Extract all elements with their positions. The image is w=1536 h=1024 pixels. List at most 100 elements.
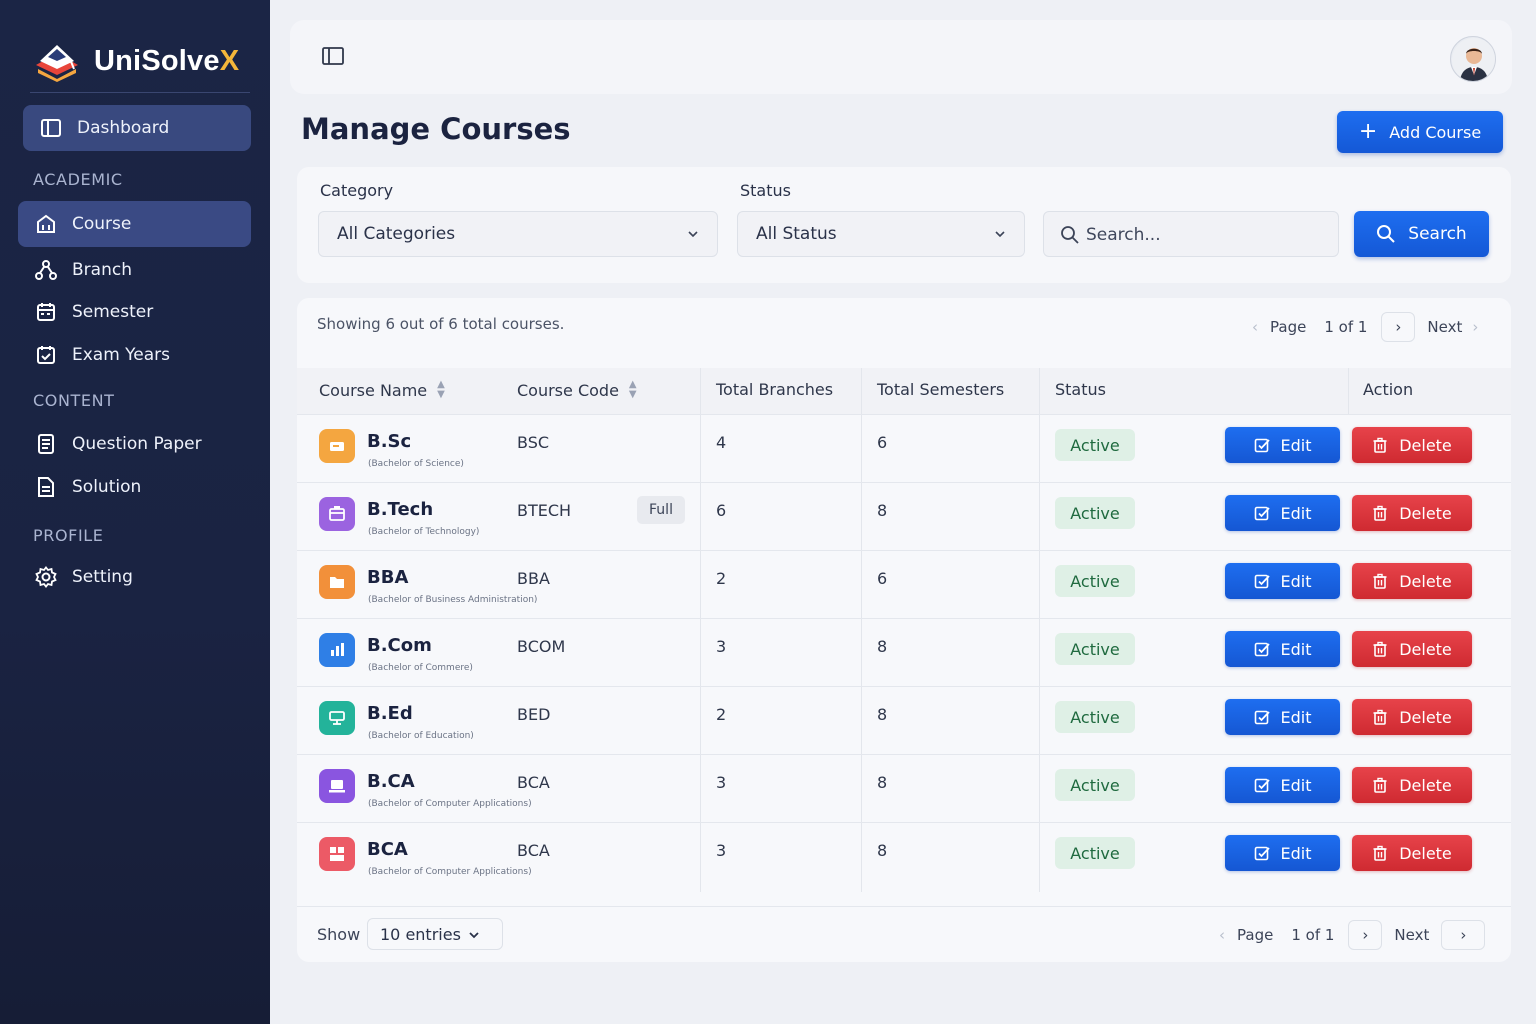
- category-select[interactable]: All Categories: [318, 211, 718, 257]
- table-row: BBA (Bachelor of Business Administration)…: [297, 550, 1511, 618]
- delete-label: Delete: [1399, 707, 1452, 727]
- edit-icon: [1254, 710, 1270, 725]
- total-semesters: 8: [877, 773, 888, 792]
- total-semesters: 8: [877, 637, 888, 656]
- table-header: Course Name ▲ ▼ Course Code ▲ ▼ Total Branch…: [297, 368, 1511, 414]
- sidebar-item-branch[interactable]: Branch: [18, 247, 251, 293]
- sort-icon: ▲ ▼: [628, 379, 637, 400]
- edit-button[interactable]: Edit: [1225, 835, 1340, 871]
- sidebar-item-exam-years[interactable]: Exam Years: [18, 332, 251, 378]
- edit-label: Edit: [1280, 707, 1312, 727]
- sidebar-item-semester[interactable]: Semester: [18, 289, 251, 335]
- trash-icon: [1373, 641, 1387, 657]
- status-select[interactable]: All Status: [737, 211, 1025, 257]
- delete-label: Delete: [1399, 843, 1452, 863]
- delete-button[interactable]: Delete: [1352, 495, 1472, 531]
- entries-select[interactable]: 10 entries: [367, 918, 503, 950]
- delete-button[interactable]: Delete: [1352, 631, 1472, 667]
- total-semesters: 8: [877, 705, 888, 724]
- course-code: BCA: [517, 773, 550, 792]
- sidebar-item-question-paper[interactable]: Question Paper: [18, 421, 251, 467]
- prev-page-icon[interactable]: ‹: [1219, 926, 1225, 944]
- trash-icon: [1373, 505, 1387, 521]
- search-icon: [1377, 225, 1396, 243]
- course-full-name: (Bachelor of Commere): [368, 663, 473, 673]
- total-semesters: 6: [877, 433, 888, 452]
- bottom-pagination: ‹ Page 1 of 1 › Next ›: [1219, 920, 1486, 950]
- calendar-check-icon: [34, 343, 58, 367]
- delete-label: Delete: [1399, 775, 1452, 795]
- trash-icon: [1373, 437, 1387, 453]
- brand[interactable]: UniSolveX: [30, 36, 239, 86]
- section-content: CONTENT: [33, 391, 115, 410]
- sidebar-item-solution[interactable]: Solution: [18, 464, 251, 510]
- gear-icon: [34, 565, 58, 589]
- avatar[interactable]: [1450, 36, 1496, 82]
- total-branches: 3: [716, 773, 727, 792]
- add-course-button[interactable]: + Add Course: [1337, 111, 1503, 153]
- search-input[interactable]: [1086, 220, 1326, 250]
- header-total-semesters: Total Semesters: [877, 380, 1005, 399]
- results-summary: Showing 6 out of 6 total courses.: [317, 315, 565, 333]
- sidebar-item-label: Question Paper: [72, 434, 202, 454]
- page-label: Page: [1237, 926, 1274, 944]
- header-action: Action: [1363, 380, 1414, 399]
- edit-button[interactable]: Edit: [1225, 427, 1340, 463]
- section-academic: ACADEMIC: [33, 170, 123, 189]
- filter-panel: Category All Categories Status All Statu…: [297, 167, 1511, 283]
- course-icon: [319, 429, 355, 463]
- status-value: All Status: [756, 224, 837, 244]
- status-badge: Active: [1055, 837, 1135, 869]
- edit-icon: [1254, 642, 1270, 657]
- search-field[interactable]: [1043, 211, 1339, 257]
- building-icon: [34, 212, 58, 236]
- delete-button[interactable]: Delete: [1352, 427, 1472, 463]
- edit-button[interactable]: Edit: [1225, 495, 1340, 531]
- edit-icon: [1254, 438, 1270, 453]
- edit-button[interactable]: Edit: [1225, 563, 1340, 599]
- total-branches: 3: [716, 841, 727, 860]
- course-name: B.Tech: [367, 499, 434, 520]
- edit-label: Edit: [1280, 639, 1312, 659]
- total-branches: 2: [716, 705, 727, 724]
- course-name: B.Ed: [367, 703, 413, 724]
- course-name: BBA: [367, 567, 409, 588]
- sidebar-item-course[interactable]: Course: [18, 201, 251, 247]
- delete-button[interactable]: Delete: [1352, 835, 1472, 871]
- header-course-code[interactable]: Course Code ▲ ▼: [517, 380, 637, 400]
- last-page-button[interactable]: ›: [1441, 920, 1486, 950]
- prev-page-icon[interactable]: ‹: [1252, 318, 1258, 336]
- sidebar-toggle-icon[interactable]: [322, 46, 344, 66]
- branch-icon: [34, 258, 58, 282]
- header-course-name[interactable]: Course Name ▲ ▼: [319, 380, 445, 400]
- search-button[interactable]: Search: [1354, 211, 1489, 257]
- category-label: Category: [320, 181, 394, 200]
- brand-name: UniSolveX: [94, 44, 240, 77]
- sidebar-item-dashboard[interactable]: Dashboard: [23, 105, 251, 151]
- search-button-label: Search: [1408, 224, 1467, 244]
- delete-button[interactable]: Delete: [1352, 563, 1472, 599]
- entries-value: 10 entries: [380, 924, 461, 944]
- next-page-button[interactable]: ›: [1381, 312, 1416, 342]
- next-label[interactable]: Next: [1394, 926, 1429, 944]
- delete-label: Delete: [1399, 571, 1452, 591]
- sidebar-item-label: Setting: [72, 567, 133, 587]
- course-full-name: (Bachelor of Computer Applications): [368, 867, 532, 877]
- delete-button[interactable]: Delete: [1352, 767, 1472, 803]
- sort-icon: ▲ ▼: [437, 379, 445, 400]
- delete-button[interactable]: Delete: [1352, 699, 1472, 735]
- next-page-button[interactable]: ›: [1348, 920, 1383, 950]
- edit-button[interactable]: Edit: [1225, 631, 1340, 667]
- header-status: Status: [1055, 380, 1106, 399]
- next-label[interactable]: Next: [1427, 318, 1462, 336]
- sidebar-item-setting[interactable]: Setting: [18, 554, 251, 600]
- status-badge: Active: [1055, 633, 1135, 665]
- edit-button[interactable]: Edit: [1225, 699, 1340, 735]
- edit-button[interactable]: Edit: [1225, 767, 1340, 803]
- file-text-icon: [34, 475, 58, 499]
- brand-divider: [30, 92, 250, 93]
- trash-icon: [1373, 845, 1387, 861]
- courses-table-card: Showing 6 out of 6 total courses. ‹ Page…: [297, 298, 1511, 962]
- page-value: 1 of 1: [1291, 926, 1335, 944]
- course-name: B.Com: [367, 635, 432, 656]
